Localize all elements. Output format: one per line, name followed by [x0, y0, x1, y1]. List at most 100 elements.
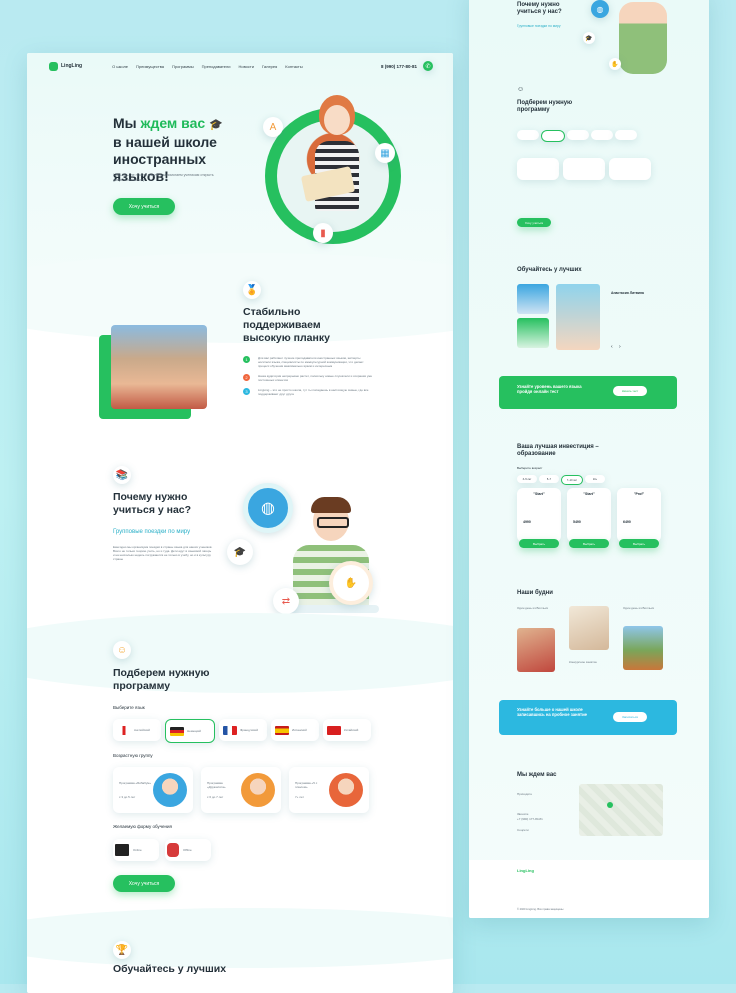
map[interactable]: [579, 784, 663, 836]
why-subtitle: Групповые поездки по миру: [113, 529, 191, 535]
trial-banner-button[interactable]: Записаться: [613, 712, 647, 722]
smile-icon: ☺: [113, 641, 131, 659]
lang-chinese[interactable]: Китайский: [323, 719, 371, 741]
logo-icon[interactable]: [49, 61, 58, 71]
lang-spanish[interactable]: Испанский: [271, 719, 319, 741]
nav-gallery[interactable]: Галерея: [262, 64, 277, 69]
teachers-title-left: Обучайтесь у лучших: [113, 963, 227, 975]
hero-cta-button[interactable]: Хочу учиться: [113, 198, 175, 215]
point-badge-1: 1: [243, 356, 250, 363]
right-pricing-title: Ваша лучшая инвестиция – образование: [517, 444, 599, 457]
nav-news[interactable]: Новости: [238, 64, 253, 69]
header-phone[interactable]: 8 (990) 177-80-81: [381, 64, 417, 69]
teacher-photo-1: [517, 284, 549, 314]
point-text-1: Для вас работают лучшие преподаватели ин…: [258, 356, 364, 368]
teacher-name: Анастасия Литвина: [611, 291, 644, 295]
trial-banner: Узнайте больше о нашей школе записавшись…: [499, 700, 677, 735]
plan-button-3[interactable]: Выбрать: [619, 539, 659, 548]
main-page: LingLing О школе Преимущества Программы …: [27, 53, 453, 993]
price-age-1[interactable]: 3–5 лет: [517, 475, 537, 483]
nav-teachers[interactable]: Преподаватели: [202, 64, 231, 69]
contacts-phone[interactable]: +7 (990) 177-80-81: [517, 817, 543, 821]
right-contacts-title: Мы ждем вас: [517, 772, 557, 778]
plan-card-2: "Start" 5490 Выбрать: [567, 488, 611, 548]
test-banner-button[interactable]: Начать тест: [613, 386, 647, 396]
map-pin-icon: [607, 802, 613, 808]
point-text-2: Наша аудитория непрерывно растет, поскол…: [258, 374, 373, 382]
right-age-row: [517, 158, 651, 180]
right-program-cta[interactable]: Хочу учиться: [517, 218, 551, 227]
character-icon: A: [263, 117, 283, 137]
kids-photo: [111, 325, 207, 409]
logo-text[interactable]: LingLing: [61, 63, 82, 69]
form-offline[interactable]: Offline: [165, 839, 211, 861]
plan-button-2[interactable]: Выбрать: [569, 539, 609, 548]
price-age-3[interactable]: 7–10 лет: [561, 475, 583, 485]
phone-label: Звоните: [517, 812, 529, 816]
right-smile-icon: ☺: [517, 86, 525, 93]
laptop-icon: [115, 844, 129, 856]
spain-flag-icon: [275, 725, 289, 735]
secondary-page: Почему нужно учиться у нас? Групповые по…: [469, 0, 709, 918]
gallery-photo-3: [623, 626, 663, 670]
nav-programs[interactable]: Программы: [172, 64, 194, 69]
hero-subtitle: LingLing – не просто школа, мы помогаем …: [113, 173, 214, 182]
teacher-photo-2: [517, 318, 549, 348]
gallery-caption-1: Один день из Волчьих: [517, 606, 549, 610]
trophy-icon: 🏆: [113, 941, 131, 959]
nav-contacts[interactable]: Контакты: [285, 64, 302, 69]
teacher-photo-main: [556, 284, 600, 350]
plan-button-1[interactable]: Выбрать: [519, 539, 559, 548]
wave-1: [27, 253, 453, 343]
form-online[interactable]: Online: [113, 839, 159, 861]
program-cta-button[interactable]: Хочу учиться: [113, 875, 175, 892]
right-age-1[interactable]: [517, 158, 559, 180]
teacher-prev-arrow[interactable]: ‹: [611, 344, 613, 350]
footer-logo[interactable]: LingLing: [517, 868, 534, 873]
main-nav: О школе Преимущества Программы Преподава…: [112, 64, 310, 69]
age-groups: Программа «Бибабум» с 3 до 5 лет Програм…: [113, 767, 369, 813]
teacher-next-arrow[interactable]: ›: [619, 344, 621, 350]
right-lang-5[interactable]: [615, 130, 637, 140]
plan-card-3: "Prof" 6490 Выбрать: [617, 488, 661, 548]
age-card-2[interactable]: Программа «Дружилята» с 6 до 7 лет: [201, 767, 281, 813]
right-lang-3[interactable]: [567, 130, 589, 140]
header: LingLing О школе Преимущества Программы …: [49, 59, 433, 73]
point-badge-2: 2: [243, 374, 250, 381]
point-badge-3: 3: [243, 388, 250, 395]
right-boy-illustration: [619, 2, 667, 74]
pricing-label: Выберите возраст: [517, 466, 543, 470]
phone-icon[interactable]: ✆: [423, 61, 433, 71]
hero-child-illustration: [297, 93, 377, 233]
germany-flag-icon: [170, 726, 184, 736]
right-lang-4[interactable]: [591, 130, 613, 140]
lang-french[interactable]: Французский: [219, 719, 267, 741]
address-label: Приходите: [517, 792, 533, 796]
right-age-2[interactable]: [563, 158, 605, 180]
price-age-2[interactable]: 5–7: [539, 475, 559, 483]
lang-german[interactable]: Немецкий: [165, 719, 215, 743]
nav-about[interactable]: О школе: [112, 64, 128, 69]
footer-copyright: © 2020 LingLing. Все права защищены: [517, 908, 564, 911]
books-icon: 📚: [113, 466, 131, 484]
right-lang-2[interactable]: [541, 130, 565, 142]
age-photo-2: [241, 773, 275, 807]
nav-advantages[interactable]: Преимущества: [136, 64, 164, 69]
right-lang-1[interactable]: [517, 130, 539, 140]
building-icon: ▦: [375, 143, 395, 163]
form-label: Желаемую форму обучения: [113, 824, 172, 829]
language-selector: Английский Немецкий Французский Испански…: [113, 719, 371, 743]
program-title: Подберем нужную программу: [113, 667, 210, 692]
price-age-4[interactable]: 10+: [585, 475, 605, 483]
lang-english[interactable]: Английский: [113, 719, 161, 741]
right-program-title: Подберем нужную программу: [517, 100, 573, 113]
quality-points: 1 Для вас работают лучшие преподаватели …: [243, 356, 373, 396]
point-text-3: LingLing – это не просто школа, тут ты п…: [258, 388, 369, 396]
age-card-1[interactable]: Программа «Бибабум» с 3 до 5 лет: [113, 767, 193, 813]
footer: LingLing © 2020 LingLing. Все права защи…: [469, 860, 709, 918]
hand-icon: ✋: [329, 561, 373, 605]
age-card-3[interactable]: Программа «5 с плюсом» 7+ лет: [289, 767, 369, 813]
china-flag-icon: [327, 725, 341, 735]
right-age-3[interactable]: [609, 158, 651, 180]
quality-point-2: 2 Наша аудитория непрерывно растет, поск…: [243, 374, 373, 382]
